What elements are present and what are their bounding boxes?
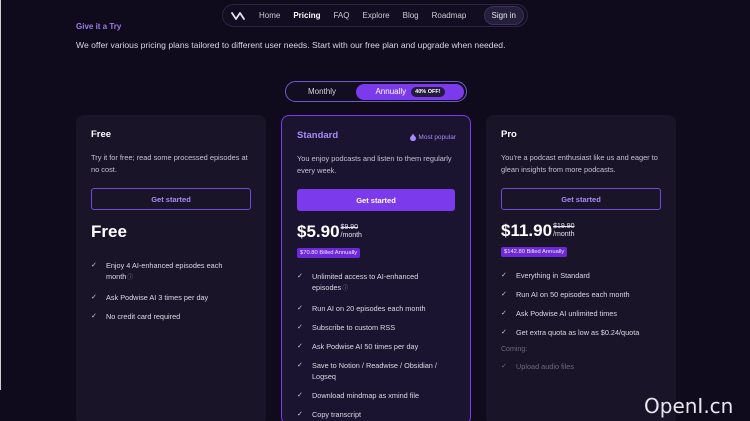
feature-list: ✓ Everything in Standard ✓ Run AI on 50 ep… (501, 270, 661, 338)
most-popular-label: Most popular (418, 133, 456, 141)
plan-description: Try it for free; read some processed epi… (91, 153, 248, 174)
feature-item: ✓ Ask Podwise AI 3 times per day (91, 292, 251, 303)
plan-description: You're a podcast enthusiast like us and … (501, 153, 658, 174)
signin-button[interactable]: Sign in (483, 6, 524, 25)
feature-item: ✓ Enjoy 4 AI-enhanced episodes each month… (91, 260, 251, 284)
watermark: OpenI.cn (644, 394, 734, 418)
feature-item: ✓ Copy transcript (297, 409, 455, 420)
plan-name: Free (91, 129, 112, 140)
feature-item: ✓ Everything in Standard (501, 270, 661, 281)
price-period: /month (340, 232, 362, 239)
feature-list: ✓ Enjoy 4 AI-enhanced episodes each month… (91, 260, 251, 322)
feature-item: ✓ Ask Podwise AI 50 times per day (297, 341, 455, 352)
nav-faq[interactable]: FAQ (333, 11, 349, 20)
most-popular-badge: Most popular (410, 133, 456, 141)
top-nav: Home Pricing FAQ Explore Blog Roadmap Si… (222, 4, 528, 27)
feature-item: ✓ Download mindmap as xmind file (297, 390, 455, 401)
feature-item: ✓ Save to Notion / Readwise / Obsidian / … (297, 360, 455, 382)
feature-text: Run AI on 50 episodes each month (516, 290, 630, 299)
left-edge-line (0, 0, 1, 390)
plan-name: Pro (501, 129, 517, 140)
nav-blog[interactable]: Blog (403, 11, 419, 20)
price-period: /month (553, 231, 575, 238)
check-icon: ✓ (91, 262, 97, 269)
plan-price: $11.90 (501, 221, 553, 240)
feature-text: Subscribe to custom RSS (312, 323, 396, 332)
feature-item: ✓ Ask Podwise AI unlimited times (501, 308, 661, 319)
feature-text: Copy transcript (312, 410, 362, 419)
feature-text: Ask Podwise AI 50 times per day (312, 342, 419, 351)
price-side: $9.90 /month (341, 223, 362, 240)
feature-text: Download mindmap as xmind file (312, 391, 420, 400)
check-icon: ✓ (501, 272, 507, 279)
price-side: $19.90 /month (553, 222, 574, 239)
check-icon: ✓ (297, 324, 303, 331)
check-icon: ✓ (297, 305, 303, 312)
get-started-button-standard[interactable]: Get started (297, 189, 455, 211)
nav-roadmap[interactable]: Roadmap (432, 11, 467, 20)
feature-list: ✓ Unlimited access to AI-enhanced episode… (297, 271, 455, 420)
drop-icon (410, 133, 417, 141)
feature-text: Enjoy 4 AI-enhanced episodes each month (106, 261, 223, 281)
feature-text: Upload audio files (516, 362, 575, 371)
old-price: $9.90 (340, 224, 359, 231)
feature-item: ✓ Subscribe to custom RSS (297, 322, 455, 333)
check-icon: ✓ (501, 329, 507, 336)
feature-text: Unlimited access to AI-enhanced episodes (312, 272, 419, 292)
billed-annually-badge: $70.80 Billed Annually (297, 248, 361, 258)
section-eyebrow: Give it a Try (76, 22, 122, 31)
check-icon: ✓ (91, 313, 97, 320)
billed-annually-badge: $142.80 Billed Annually (501, 247, 568, 257)
plan-price: Free (91, 222, 127, 241)
check-icon: ✓ (501, 291, 507, 298)
check-icon: ✓ (501, 363, 507, 370)
check-icon: ✓ (297, 362, 303, 369)
plan-description: You enjoy podcasts and listen to them re… (297, 154, 452, 175)
check-icon: ✓ (91, 294, 97, 301)
check-icon: ✓ (297, 273, 303, 280)
price-row: $11.90 $19.90 /month (501, 222, 661, 240)
get-started-button-free[interactable]: Get started (91, 188, 251, 210)
check-icon: ✓ (297, 392, 303, 399)
plan-card-pro: Pro You're a podcast enthusiast like us … (486, 115, 676, 421)
section-intro: We offer various pricing plans tailored … (76, 40, 506, 50)
feature-text: Ask Podwise AI 3 times per day (106, 293, 209, 302)
coming-label: Coming: (501, 346, 528, 353)
billing-toggle: Monthly Annually 40% OFF! (285, 81, 467, 102)
toggle-annually[interactable]: Annually 40% OFF! (356, 83, 464, 100)
plan-card-standard: Standard Most popular You enjoy podcasts… (281, 115, 471, 421)
nav-home[interactable]: Home (259, 11, 280, 20)
podwise-logo[interactable] (231, 11, 247, 21)
check-icon: ✓ (501, 310, 507, 317)
feature-text: Save to Notion / Readwise / Obsidian / L… (312, 361, 437, 381)
plan-card-free: Free Try it for free; read some processe… (76, 115, 266, 421)
feature-item: ✓ Run AI on 20 episodes each month (297, 303, 455, 314)
feature-item: ✓ Unlimited access to AI-enhanced episode… (297, 271, 455, 295)
nav-pricing[interactable]: Pricing (293, 11, 320, 20)
nav-explore[interactable]: Explore (362, 11, 389, 20)
feature-item: ✓ No credit card required (91, 311, 251, 322)
feature-item: ✓ Run AI on 50 episodes each month (501, 289, 661, 300)
price-row: $5.90 $9.90 /month (297, 223, 455, 241)
feature-text: No credit card required (106, 312, 181, 321)
toggle-annually-label: Annually (375, 87, 407, 96)
get-started-button-pro[interactable]: Get started (501, 188, 661, 210)
check-icon: ✓ (297, 411, 303, 418)
check-icon: ✓ (297, 343, 303, 350)
feature-text: Everything in Standard (516, 271, 590, 280)
info-icon[interactable]: ⓘ (342, 286, 348, 292)
discount-badge: 40% OFF! (411, 86, 445, 97)
feature-item: ✓ Get extra quota as low as $0.24/quota (501, 327, 661, 338)
coming-feature-item: ✓ Upload audio files (501, 361, 661, 372)
feature-text: Run AI on 20 episodes each month (312, 304, 426, 313)
toggle-monthly[interactable]: Monthly (288, 87, 356, 96)
plan-price: $5.90 (297, 222, 340, 241)
info-icon[interactable]: ⓘ (127, 275, 133, 281)
old-price: $19.90 (553, 223, 575, 230)
feature-text: Get extra quota as low as $0.24/quota (516, 328, 640, 337)
feature-text: Ask Podwise AI unlimited times (516, 309, 617, 318)
